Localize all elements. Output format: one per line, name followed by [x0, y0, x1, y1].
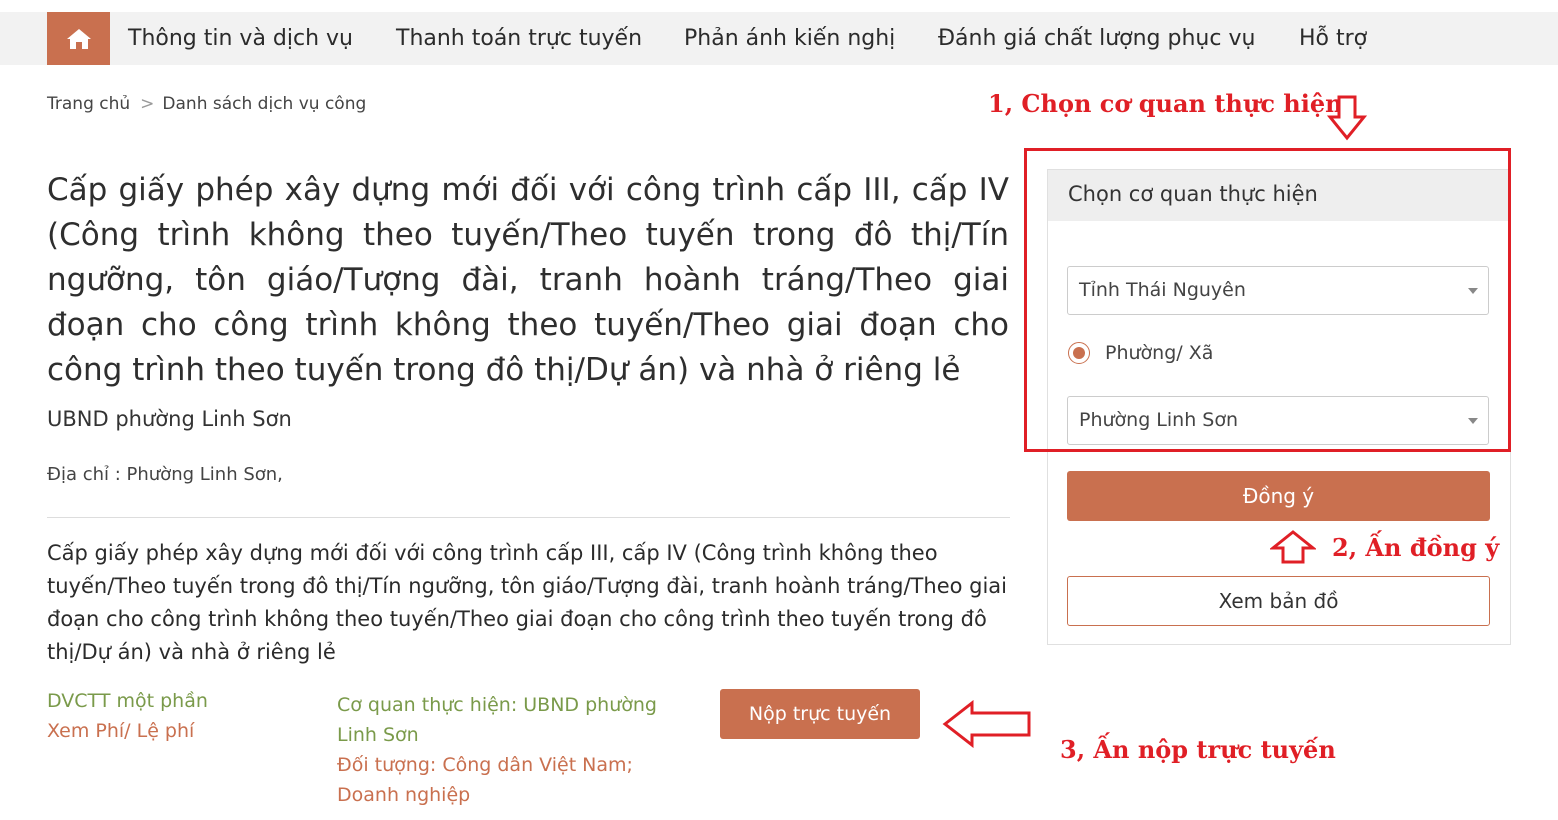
service-agency: UBND phường Linh Sơn — [47, 407, 292, 431]
submit-online-button[interactable]: Nộp trực tuyến — [720, 689, 920, 739]
breadcrumb: Trang chủ > Danh sách dịch vụ công — [47, 94, 366, 114]
up-arrow-icon — [1270, 530, 1316, 564]
home-icon — [66, 28, 91, 49]
annotation-highlight-box — [1024, 148, 1511, 452]
service-description[interactable]: Cấp giấy phép xây dựng mới đối với công … — [47, 537, 1009, 669]
service-level: DVCTT một phần — [47, 690, 208, 712]
divider — [47, 517, 1010, 518]
breadcrumb-current[interactable]: Danh sách dịch vụ công — [162, 94, 366, 114]
service-title: Cấp giấy phép xây dựng mới đối với công … — [47, 172, 1009, 388]
nav-item-online-payment[interactable]: Thanh toán trực tuyến — [396, 26, 642, 51]
nav-item-feedback[interactable]: Phản ánh kiến nghị — [684, 26, 895, 51]
nav-item-info-services[interactable]: Thông tin và dịch vụ — [128, 26, 353, 51]
left-arrow-icon — [942, 700, 1031, 748]
service-target: Đối tượng: Công dân Việt Nam; Doanh nghi… — [337, 754, 633, 806]
executing-agency: Cơ quan thực hiện: UBND phường Linh Sơn — [337, 694, 657, 746]
service-meta: Cơ quan thực hiện: UBND phường Linh Sơn … — [337, 690, 687, 810]
service-address: Địa chỉ : Phường Linh Sơn, — [47, 464, 283, 485]
down-arrow-icon — [1327, 95, 1367, 141]
annotation-step1: 1, Chọn cơ quan thực hiện — [988, 89, 1343, 118]
view-map-button[interactable]: Xem bản đồ — [1067, 576, 1490, 626]
home-button[interactable] — [47, 12, 110, 65]
breadcrumb-separator: > — [140, 94, 155, 114]
agree-button[interactable]: Đồng ý — [1067, 471, 1490, 521]
nav-item-service-rating[interactable]: Đánh giá chất lượng phục vụ — [938, 26, 1255, 51]
top-navbar: Thông tin và dịch vụ Thanh toán trực tuy… — [0, 12, 1558, 65]
annotation-step2: 2, Ấn đồng ý — [1332, 533, 1500, 562]
nav-item-support[interactable]: Hỗ trợ — [1299, 26, 1367, 51]
annotation-step3: 3, Ấn nộp trực tuyến — [1060, 735, 1336, 764]
fee-link[interactable]: Xem Phí/ Lệ phí — [47, 720, 194, 742]
breadcrumb-home[interactable]: Trang chủ — [47, 94, 130, 114]
